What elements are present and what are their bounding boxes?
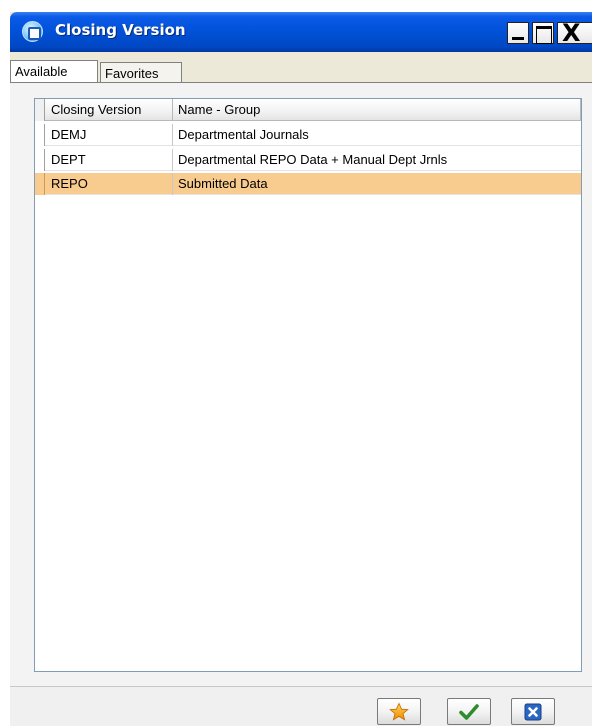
closing-version-grid: Closing Version Name - Group DEMJ Depart… [34,98,582,672]
row-selector[interactable] [35,124,45,146]
app-icon [22,21,43,42]
table-row-selected[interactable]: REPO Submitted Data [35,173,581,195]
table-row[interactable]: DEPT Departmental REPO Data + Manual Dep… [35,149,581,171]
cell-name-group[interactable]: Departmental Journals [173,124,581,146]
cell-closing-version[interactable]: REPO [45,173,173,195]
cancel-icon [524,703,542,720]
minimize-button[interactable] [507,22,529,44]
window-title: Closing Version [55,21,186,39]
close-icon: X [562,19,581,47]
row-selector[interactable] [35,149,45,171]
column-header-closing-version[interactable]: Closing Version [45,99,173,121]
tab-available[interactable]: Available [10,60,98,82]
closing-version-dialog: Closing Version X Available Favorites Cl… [10,12,592,726]
row-selector-header [35,99,45,121]
cancel-button[interactable] [511,698,555,725]
checkmark-icon [459,703,479,720]
cell-closing-version[interactable]: DEMJ [45,124,173,146]
close-button[interactable]: X [557,19,592,47]
column-header-name-group[interactable]: Name - Group [173,99,581,121]
tab-favorites[interactable]: Favorites [100,62,182,83]
title-bar[interactable]: Closing Version X [10,12,592,52]
star-icon [389,702,409,721]
cell-name-group[interactable]: Submitted Data [173,173,581,195]
row-selector[interactable] [35,173,45,195]
dialog-footer [10,686,592,726]
table-row[interactable]: DEMJ Departmental Journals [35,124,581,146]
tab-panel: Closing Version Name - Group DEMJ Depart… [10,82,592,686]
maximize-button[interactable] [532,22,554,44]
cell-closing-version[interactable]: DEPT [45,149,173,171]
ok-button[interactable] [447,698,491,725]
cell-name-group[interactable]: Departmental REPO Data + Manual Dept Jrn… [173,149,581,171]
add-favorite-button[interactable] [377,698,421,725]
grid-header-row: Closing Version Name - Group [35,99,581,121]
